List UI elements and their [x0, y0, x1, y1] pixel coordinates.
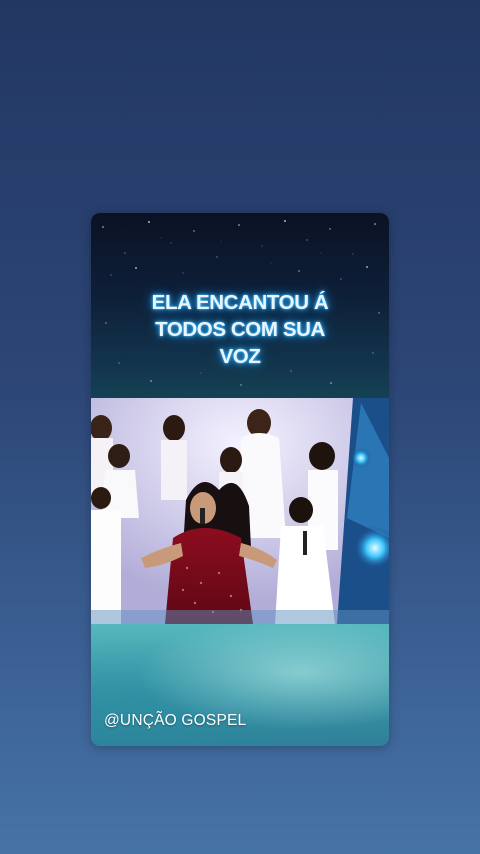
- footer-panel: @UNÇÃO GOSPEL: [91, 624, 389, 746]
- caption-text: ELA ENCANTOU Á TODOS COM SUA VOZ: [151, 291, 329, 368]
- story-card[interactable]: ELA ENCANTOU Á TODOS COM SUA VOZ @UNÇÃO …: [91, 213, 389, 746]
- video-frame[interactable]: [91, 398, 389, 624]
- channel-handle[interactable]: @UNÇÃO GOSPEL: [104, 712, 246, 730]
- choir-performance-image: [91, 398, 389, 624]
- caption-panel: ELA ENCANTOU Á TODOS COM SUA VOZ: [91, 213, 389, 398]
